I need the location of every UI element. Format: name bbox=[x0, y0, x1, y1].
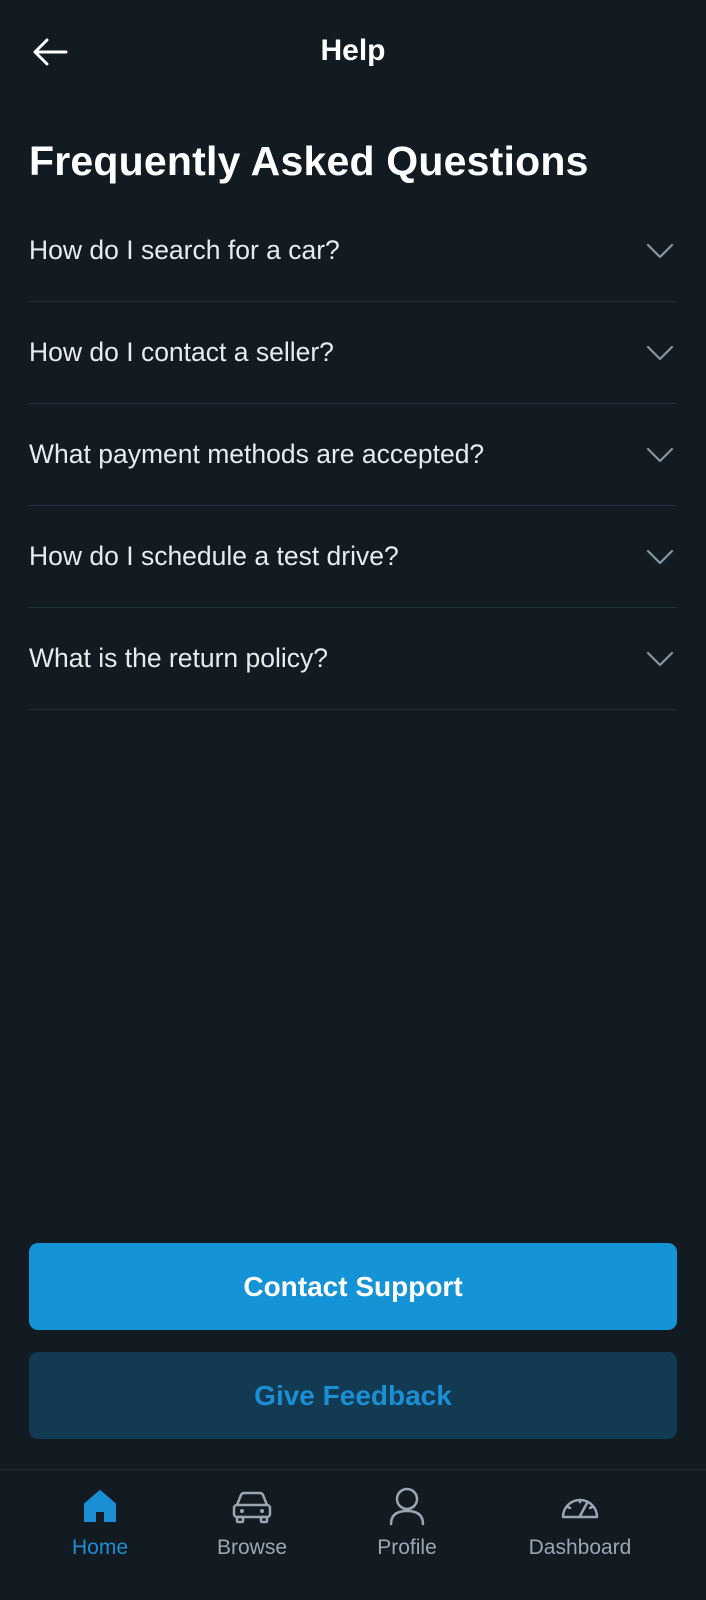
nav-label-home: Home bbox=[71, 1536, 129, 1559]
nav-item-dashboard[interactable]: Dashboard bbox=[505, 1484, 655, 1584]
nav-item-browse[interactable]: Browse bbox=[177, 1484, 327, 1584]
faq-title: Frequently Asked Questions bbox=[29, 138, 589, 184]
faq-question: How do I contact a seller? bbox=[29, 337, 334, 367]
nav-label-profile: Profile bbox=[377, 1536, 437, 1559]
home-icon bbox=[78, 1484, 122, 1528]
user-icon bbox=[385, 1484, 429, 1528]
chevron-down-icon bbox=[645, 644, 675, 674]
speedometer-icon bbox=[558, 1484, 602, 1528]
chevron-down-icon bbox=[645, 440, 675, 470]
nav-label-dashboard: Dashboard bbox=[528, 1536, 632, 1559]
faq-item[interactable]: How do I contact a seller? bbox=[29, 302, 677, 404]
page-title: Help bbox=[320, 34, 386, 67]
chevron-down-icon bbox=[645, 542, 675, 572]
nav-item-home[interactable]: Home bbox=[25, 1484, 175, 1584]
car-icon bbox=[230, 1484, 274, 1528]
give-feedback-button[interactable]: Give Feedback bbox=[29, 1352, 677, 1439]
faq-list: How do I search for a car? How do I cont… bbox=[29, 200, 677, 710]
faq-item[interactable]: What payment methods are accepted? bbox=[29, 404, 677, 506]
faq-question: How do I search for a car? bbox=[29, 235, 340, 265]
nav-item-profile[interactable]: Profile bbox=[332, 1484, 482, 1584]
nav-label-browse: Browse bbox=[216, 1536, 288, 1559]
chevron-down-icon bbox=[645, 236, 675, 266]
faq-item[interactable]: How do I schedule a test drive? bbox=[29, 506, 677, 608]
chevron-down-icon bbox=[645, 338, 675, 368]
faq-question: What payment methods are accepted? bbox=[29, 439, 485, 469]
faq-item[interactable]: What is the return policy? bbox=[29, 608, 677, 710]
faq-item[interactable]: How do I search for a car? bbox=[29, 200, 677, 302]
faq-question: How do I schedule a test drive? bbox=[29, 541, 399, 571]
faq-question: What is the return policy? bbox=[29, 643, 328, 673]
bottom-nav: Home Browse Profile Dashboard bbox=[0, 1469, 706, 1600]
app-header: Help bbox=[0, 0, 706, 108]
contact-support-button[interactable]: Contact Support bbox=[29, 1243, 677, 1330]
